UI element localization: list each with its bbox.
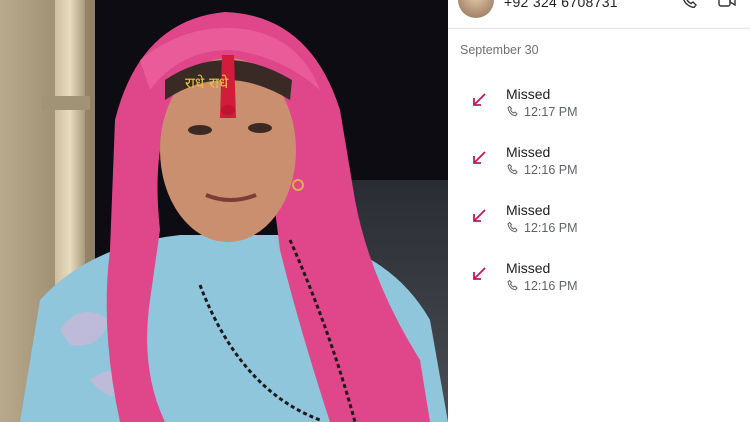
phone-icon[interactable] xyxy=(681,0,699,8)
phone-small-icon xyxy=(507,164,518,175)
call-time: 12:16 PM xyxy=(524,221,578,235)
call-details-panel: +92 324 6708731 September 30 Missed 12:1… xyxy=(448,0,750,422)
call-status: Missed xyxy=(506,86,551,102)
video-icon[interactable] xyxy=(718,0,736,8)
call-time: 12:16 PM xyxy=(524,279,578,293)
call-status: Missed xyxy=(506,202,551,218)
call-log-entry[interactable]: Missed 12:16 PM xyxy=(448,201,750,251)
call-status: Missed xyxy=(506,144,551,160)
phone-small-icon xyxy=(507,280,518,291)
call-log-entry[interactable]: Missed 12:16 PM xyxy=(448,259,750,309)
svg-text:राधे राधे: राधे राधे xyxy=(185,74,229,92)
call-log-entry[interactable]: Missed 12:17 PM xyxy=(448,85,750,135)
phone-small-icon xyxy=(507,222,518,233)
avatar[interactable] xyxy=(458,0,494,18)
contact-number: +92 324 6708731 xyxy=(504,0,618,10)
contact-header: +92 324 6708731 xyxy=(448,0,750,29)
contact-photo: राधे राधे xyxy=(0,0,448,422)
missed-call-arrow-icon xyxy=(473,209,486,222)
person-illustration: राधे राधे xyxy=(20,12,448,422)
date-header: September 30 xyxy=(460,43,539,57)
phone-small-icon xyxy=(507,106,518,117)
call-log-entry[interactable]: Missed 12:16 PM xyxy=(448,143,750,193)
call-status: Missed xyxy=(506,260,551,276)
missed-call-arrow-icon xyxy=(473,267,486,280)
call-time: 12:16 PM xyxy=(524,163,578,177)
missed-call-arrow-icon xyxy=(473,151,486,164)
call-time: 12:17 PM xyxy=(524,105,578,119)
missed-call-arrow-icon xyxy=(473,93,486,106)
